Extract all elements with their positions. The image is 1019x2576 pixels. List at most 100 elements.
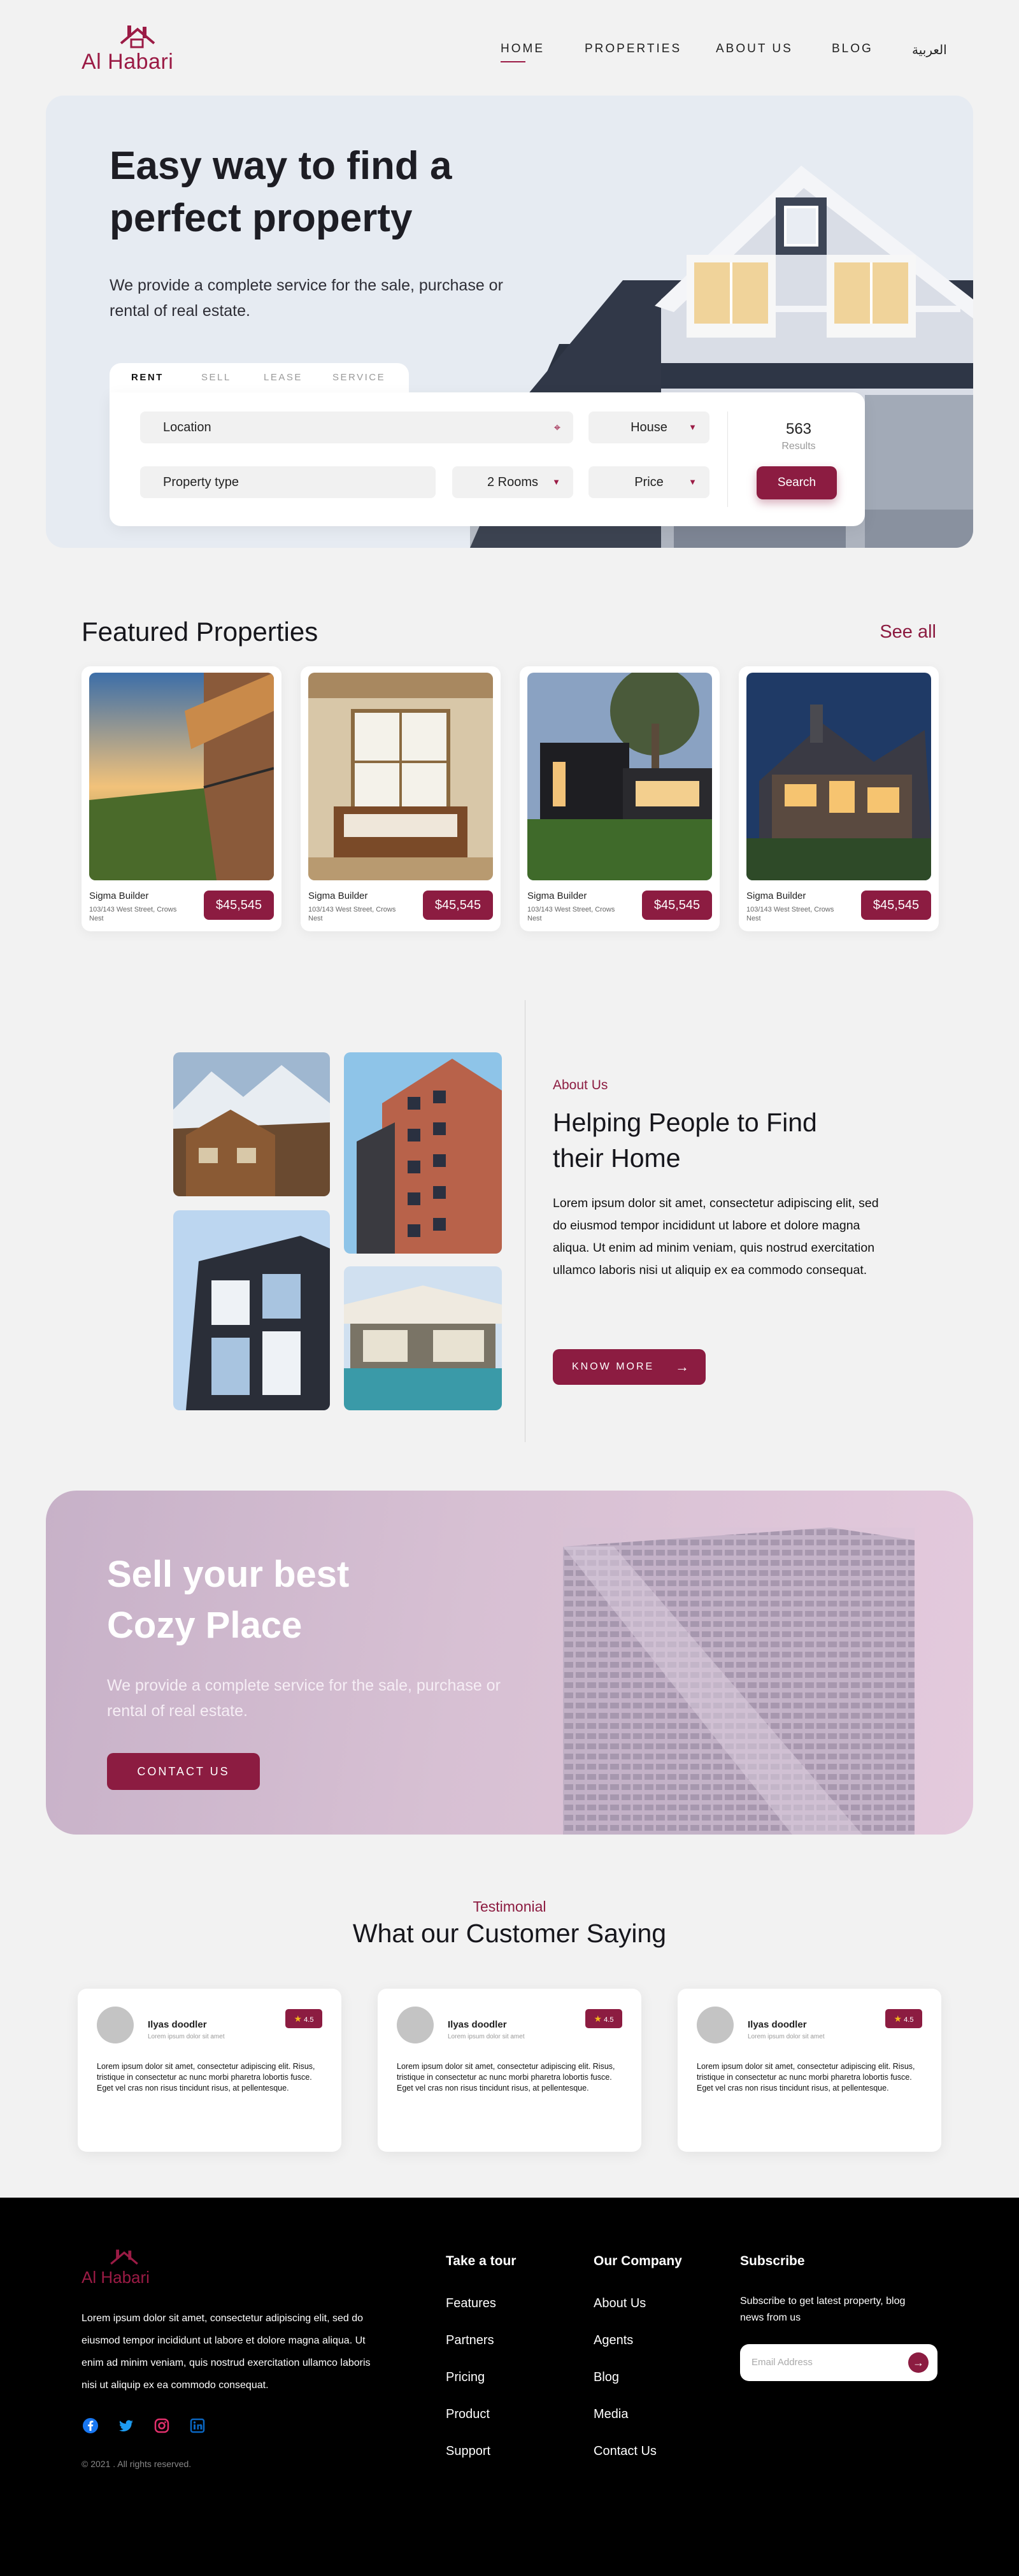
see-all-link[interactable]: See all — [880, 622, 936, 643]
search-panel: Location ⌖ House ▼ Property type 2 Rooms… — [110, 392, 865, 526]
footer-link-contact-us[interactable]: Contact Us — [594, 2444, 657, 2459]
price-select[interactable]: Price ▼ — [588, 466, 709, 498]
property-image-night-house — [746, 673, 931, 880]
logo-roof-icon — [120, 25, 155, 48]
avatar — [397, 2007, 434, 2043]
twitter-icon[interactable] — [117, 2417, 135, 2435]
reviewer-name: Ilyas doodler — [448, 2019, 507, 2030]
property-card[interactable]: Sigma Builder 103/143 West Street, Crows… — [739, 666, 939, 931]
location-label: Location — [163, 420, 211, 434]
footer-link-features[interactable]: Features — [446, 2296, 496, 2311]
nav-home[interactable]: HOME — [501, 42, 545, 62]
reviewer-role: Lorem ipsum dolor sit amet — [448, 2033, 525, 2040]
nav-properties[interactable]: PROPERTIES — [585, 42, 681, 56]
arrow-right-icon: → — [675, 1359, 689, 1375]
sell-banner: Sell your best Cozy Place We provide a c… — [46, 1491, 973, 1835]
reviewer-role: Lorem ipsum dolor sit amet — [748, 2033, 825, 2040]
footer-subscribe-title: Subscribe — [740, 2254, 805, 2268]
property-card[interactable]: Sigma Builder 103/143 West Street, Crows… — [301, 666, 501, 931]
contact-us-button[interactable]: CONTACT US — [107, 1753, 260, 1790]
about-image-chalet — [173, 1052, 330, 1196]
property-image-bathroom — [308, 673, 493, 880]
copyright: © 2021 . All rights reserved. — [82, 2459, 192, 2469]
rooms-select[interactable]: 2 Rooms ▼ — [452, 466, 573, 498]
footer-link-pricing[interactable]: Pricing — [446, 2370, 485, 2385]
property-card[interactable]: Sigma Builder 103/143 West Street, Crows… — [520, 666, 720, 931]
star-icon: ★ — [294, 2014, 303, 2024]
property-image-modern-house — [527, 673, 712, 880]
property-name: Sigma Builder — [89, 891, 149, 901]
logo-roof-icon — [110, 2249, 138, 2265]
about-image-apartment — [344, 1052, 502, 1254]
price-badge[interactable]: $45,545 — [204, 891, 274, 920]
price-value: Price — [634, 475, 664, 489]
nav-blog[interactable]: BLOG — [832, 42, 873, 56]
rating-badge: ★ 4.5 — [285, 2009, 322, 2028]
avatar — [97, 2007, 134, 2043]
footer-logo-text: Al Habari — [82, 2268, 150, 2287]
hero-subtitle: We provide a complete service for the sa… — [110, 276, 503, 320]
nav-about-us[interactable]: ABOUT US — [716, 42, 793, 56]
sell-title: Sell your best Cozy Place — [107, 1554, 350, 1646]
linkedin-icon[interactable] — [189, 2417, 206, 2435]
reviewer-role: Lorem ipsum dolor sit amet — [148, 2033, 225, 2040]
testimonial-card: Ilyas doodler Lorem ipsum dolor sit amet… — [378, 1989, 641, 2152]
property-name: Sigma Builder — [308, 891, 368, 901]
chevron-down-icon: ▼ — [688, 422, 697, 432]
footer-link-media[interactable]: Media — [594, 2407, 628, 2422]
results-count: 563 Results — [748, 420, 850, 452]
footer-link-partners[interactable]: Partners — [446, 2333, 494, 2348]
property-type-input[interactable]: Property type — [140, 466, 436, 498]
sell-building-image — [563, 1528, 915, 1835]
about-tag: About Us — [553, 1078, 608, 1092]
footer-link-product[interactable]: Product — [446, 2407, 490, 2422]
logo[interactable]: Al Habari — [82, 24, 209, 75]
footer-link-support[interactable]: Support — [446, 2444, 490, 2459]
about-image-pool-house — [344, 1266, 502, 1410]
language-switch[interactable]: العربية — [912, 42, 947, 58]
tab-lease[interactable]: LEASE — [264, 363, 303, 392]
hero: Easy way to find a perfect property We p… — [46, 96, 973, 548]
results-label: Results — [781, 441, 816, 452]
chevron-down-icon: ▼ — [688, 477, 697, 487]
avatar — [697, 2007, 734, 2043]
property-address: 103/143 West Street, Crows Nest — [89, 906, 177, 922]
arrow-right-icon[interactable]: → — [908, 2352, 929, 2373]
instagram-icon[interactable] — [153, 2417, 171, 2435]
property-name: Sigma Builder — [527, 891, 587, 901]
rating-value: 4.5 — [304, 2016, 314, 2024]
about-body: Lorem ipsum dolor sit amet, consectetur … — [553, 1196, 879, 1277]
testimonial-card: Ilyas doodler Lorem ipsum dolor sit amet… — [678, 1989, 941, 2152]
price-badge[interactable]: $45,545 — [642, 891, 712, 920]
rating-badge: ★ 4.5 — [885, 2009, 922, 2028]
tab-service[interactable]: SERVICE — [332, 363, 385, 392]
footer: Al Habari Lorem ipsum dolor sit amet, co… — [0, 2198, 1019, 2576]
about-image-modern-facade — [173, 1210, 330, 1410]
footer-link-about-us[interactable]: About Us — [594, 2296, 646, 2311]
know-more-button[interactable]: KNOW MORE → — [553, 1349, 706, 1385]
tab-sell[interactable]: SELL — [201, 363, 231, 392]
footer-logo[interactable]: Al Habari — [82, 2249, 177, 2287]
footer-link-agents[interactable]: Agents — [594, 2333, 633, 2348]
tab-rent[interactable]: RENT — [131, 363, 164, 392]
property-image-balcony — [89, 673, 274, 880]
star-icon: ★ — [894, 2014, 902, 2024]
know-more-label: KNOW MORE — [572, 1361, 655, 1372]
footer-link-blog[interactable]: Blog — [594, 2370, 619, 2385]
search-button[interactable]: Search — [757, 466, 837, 499]
testimonial-title: What our Customer Saying — [352, 1919, 667, 1948]
featured-title: Featured Properties — [82, 617, 318, 647]
testimonial-text: Lorem ipsum dolor sit amet, consectetur … — [397, 2062, 615, 2093]
price-badge[interactable]: $45,545 — [861, 891, 931, 920]
price-badge[interactable]: $45,545 — [423, 891, 493, 920]
property-name: Sigma Builder — [746, 891, 806, 901]
property-card[interactable]: Sigma Builder 103/143 West Street, Crows… — [82, 666, 281, 931]
about-title: Helping People to Find their Home — [553, 1108, 817, 1173]
email-field[interactable]: Email Address → — [740, 2344, 937, 2381]
search-tabs: RENT SELL LEASE SERVICE — [110, 363, 409, 392]
house-type-select[interactable]: House ▼ — [588, 411, 709, 443]
facebook-icon[interactable] — [82, 2417, 99, 2435]
location-input[interactable]: Location ⌖ — [140, 411, 573, 443]
logo-text: Al Habari — [82, 50, 174, 74]
results-number: 563 — [785, 420, 812, 438]
